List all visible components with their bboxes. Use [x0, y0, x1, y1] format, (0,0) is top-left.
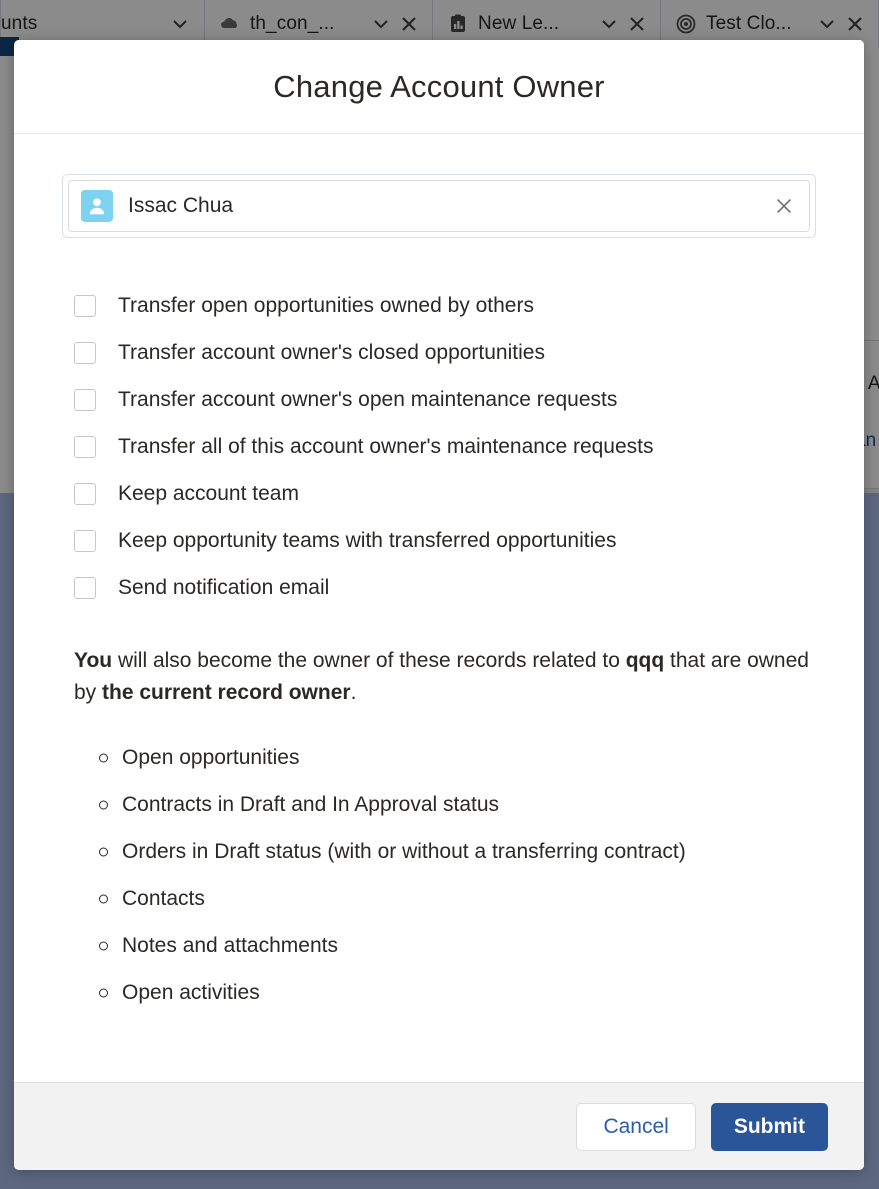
- checkbox-label: Keep opportunity teams with transferred …: [118, 528, 617, 552]
- close-icon: [777, 199, 791, 213]
- checkbox-label: Keep account team: [118, 481, 299, 505]
- owner-lookup-wrapper: Issac Chua: [62, 174, 816, 238]
- ownership-notice: You will also become the owner of these …: [74, 645, 816, 709]
- checkbox-icon[interactable]: [74, 576, 96, 599]
- checkbox-icon[interactable]: [74, 482, 96, 505]
- checkbox-row-transfer-all-maintenance-requests[interactable]: Transfer all of this account owner's mai…: [74, 423, 816, 470]
- checkbox-row-transfer-open-opportunities[interactable]: Transfer open opportunities owned by oth…: [74, 282, 816, 329]
- dialog-title: Change Account Owner: [273, 68, 605, 104]
- notice-you: You: [74, 649, 113, 672]
- change-account-owner-dialog: Change Account Owner Issac Chua Transfer…: [14, 40, 864, 1170]
- notice-text-1: will also become the owner of these reco…: [112, 649, 626, 672]
- notice-current-owner: the current record owner: [102, 680, 351, 704]
- person-icon: [81, 190, 113, 222]
- checkbox-label: Send notification email: [118, 575, 330, 599]
- clear-owner-button[interactable]: [769, 191, 799, 221]
- checkbox-row-keep-account-team[interactable]: Keep account team: [74, 470, 816, 517]
- dialog-header: Change Account Owner: [14, 40, 864, 134]
- owner-lookup-value: Issac Chua: [128, 194, 234, 217]
- list-item: Contracts in Draft and In Approval statu…: [88, 782, 816, 829]
- checkbox-row-send-notification-email[interactable]: Send notification email: [74, 564, 816, 611]
- notice-record-name: qqq: [625, 649, 665, 672]
- owner-lookup-field[interactable]: Issac Chua: [68, 180, 810, 232]
- checkbox-label: Transfer open opportunities owned by oth…: [118, 293, 534, 317]
- dialog-body: Issac Chua Transfer open opportunities o…: [14, 134, 864, 1082]
- cancel-button[interactable]: Cancel: [576, 1102, 696, 1151]
- checkbox-row-transfer-open-maintenance-requests[interactable]: Transfer account owner's open maintenanc…: [74, 376, 816, 423]
- list-item: Notes and attachments: [88, 923, 816, 970]
- checkbox-row-transfer-closed-opportunities[interactable]: Transfer account owner's closed opportun…: [74, 329, 816, 376]
- related-records-list: Open opportunities Contracts in Draft an…: [88, 735, 816, 1017]
- list-item: Open activities: [88, 970, 816, 1017]
- submit-button[interactable]: Submit: [710, 1102, 828, 1151]
- checkbox-label: Transfer account owner's open maintenanc…: [118, 387, 618, 411]
- dialog-footer: Cancel Submit: [14, 1082, 864, 1170]
- transfer-options-group: Transfer open opportunities owned by oth…: [74, 282, 816, 611]
- checkbox-icon[interactable]: [74, 294, 96, 317]
- notice-text-3: .: [350, 680, 357, 704]
- checkbox-icon[interactable]: [74, 388, 96, 411]
- checkbox-row-keep-opportunity-teams[interactable]: Keep opportunity teams with transferred …: [74, 517, 816, 564]
- list-item: Orders in Draft status (with or without …: [88, 829, 816, 876]
- list-item: Contacts: [88, 876, 816, 923]
- checkbox-icon[interactable]: [74, 341, 96, 364]
- checkbox-label: Transfer account owner's closed opportun…: [118, 340, 545, 364]
- checkbox-icon[interactable]: [74, 435, 96, 458]
- checkbox-icon[interactable]: [74, 529, 96, 552]
- checkbox-label: Transfer all of this account owner's mai…: [118, 434, 654, 458]
- list-item: Open opportunities: [88, 735, 816, 782]
- close-icon: [813, 40, 845, 47]
- close-dialog-button[interactable]: [800, 40, 858, 60]
